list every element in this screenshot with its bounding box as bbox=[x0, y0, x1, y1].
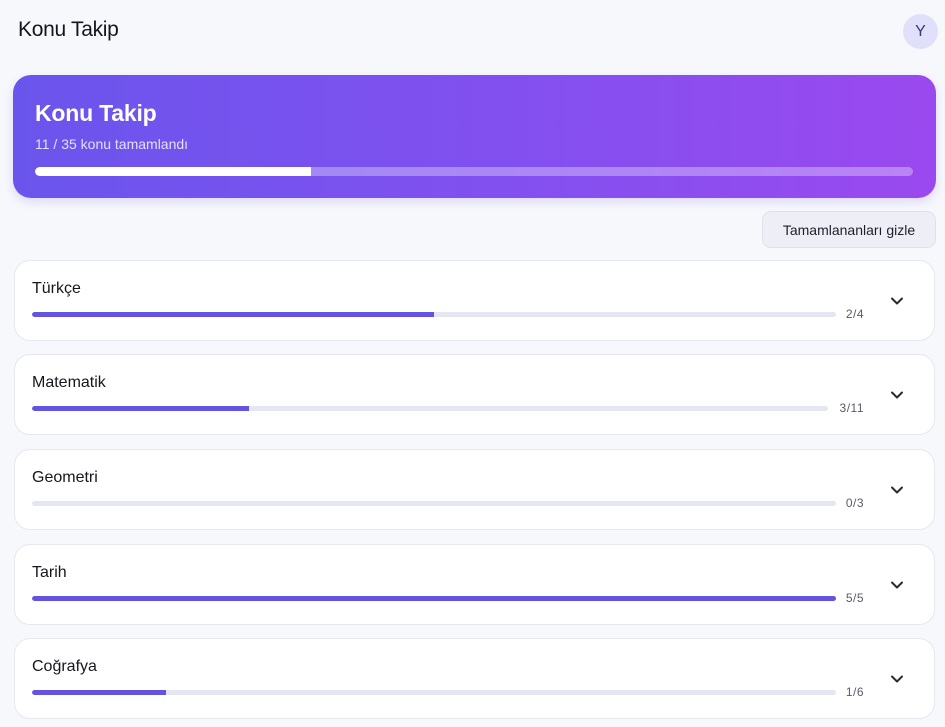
subject-progress-bar bbox=[32, 596, 836, 601]
subject-name: Tarih bbox=[32, 564, 67, 581]
summary-subtitle: 11 / 35 konu tamamlandı bbox=[35, 136, 189, 152]
subject-name: Geometri bbox=[32, 469, 98, 486]
subject-count: 0/3 bbox=[845, 496, 864, 510]
subject-progress-bar bbox=[32, 406, 828, 411]
subject-name: Türkçe bbox=[32, 280, 81, 297]
subject-progress-bar bbox=[32, 501, 836, 506]
subject-name: Matematik bbox=[32, 374, 106, 391]
subject-progress-fill bbox=[32, 312, 434, 317]
subject-count: 3/11 bbox=[839, 401, 864, 415]
subject-card[interactable]: Geometri 0/3 bbox=[14, 449, 935, 530]
subject-card[interactable]: Coğrafya 1/6 bbox=[14, 638, 935, 719]
subject-card[interactable]: Matematik 3/11 bbox=[14, 354, 935, 435]
hide-completed-button[interactable]: Tamamlananları gizle bbox=[762, 211, 936, 248]
subject-progress-fill bbox=[32, 596, 836, 601]
subject-progress-bar bbox=[32, 312, 836, 317]
subject-card[interactable]: Tarih 5/5 bbox=[14, 544, 935, 625]
subject-progress-fill bbox=[32, 406, 250, 411]
overall-progress-fill bbox=[35, 167, 311, 176]
overall-progress-bar bbox=[35, 167, 913, 176]
subject-card[interactable]: Türkçe 2/4 bbox=[14, 260, 935, 341]
user-avatar[interactable]: Y bbox=[903, 14, 938, 49]
top-bar: Konu Takip Y bbox=[0, 0, 945, 62]
subject-count: 2/4 bbox=[845, 307, 864, 321]
app-title: Konu Takip bbox=[18, 18, 119, 41]
subject-progress-fill bbox=[32, 690, 166, 695]
chevron-down-icon[interactable] bbox=[889, 577, 905, 593]
progress-summary-card: Konu Takip 11 / 35 konu tamamlandı bbox=[13, 75, 936, 198]
subject-count: 5/5 bbox=[845, 591, 864, 605]
summary-title: Konu Takip bbox=[35, 100, 157, 126]
subject-name: Coğrafya bbox=[32, 658, 97, 675]
chevron-down-icon[interactable] bbox=[889, 387, 905, 403]
subject-progress-bar bbox=[32, 690, 836, 695]
subject-count: 1/6 bbox=[845, 685, 864, 699]
chevron-down-icon[interactable] bbox=[889, 482, 905, 498]
chevron-down-icon[interactable] bbox=[889, 293, 905, 309]
chevron-down-icon[interactable] bbox=[889, 671, 905, 687]
